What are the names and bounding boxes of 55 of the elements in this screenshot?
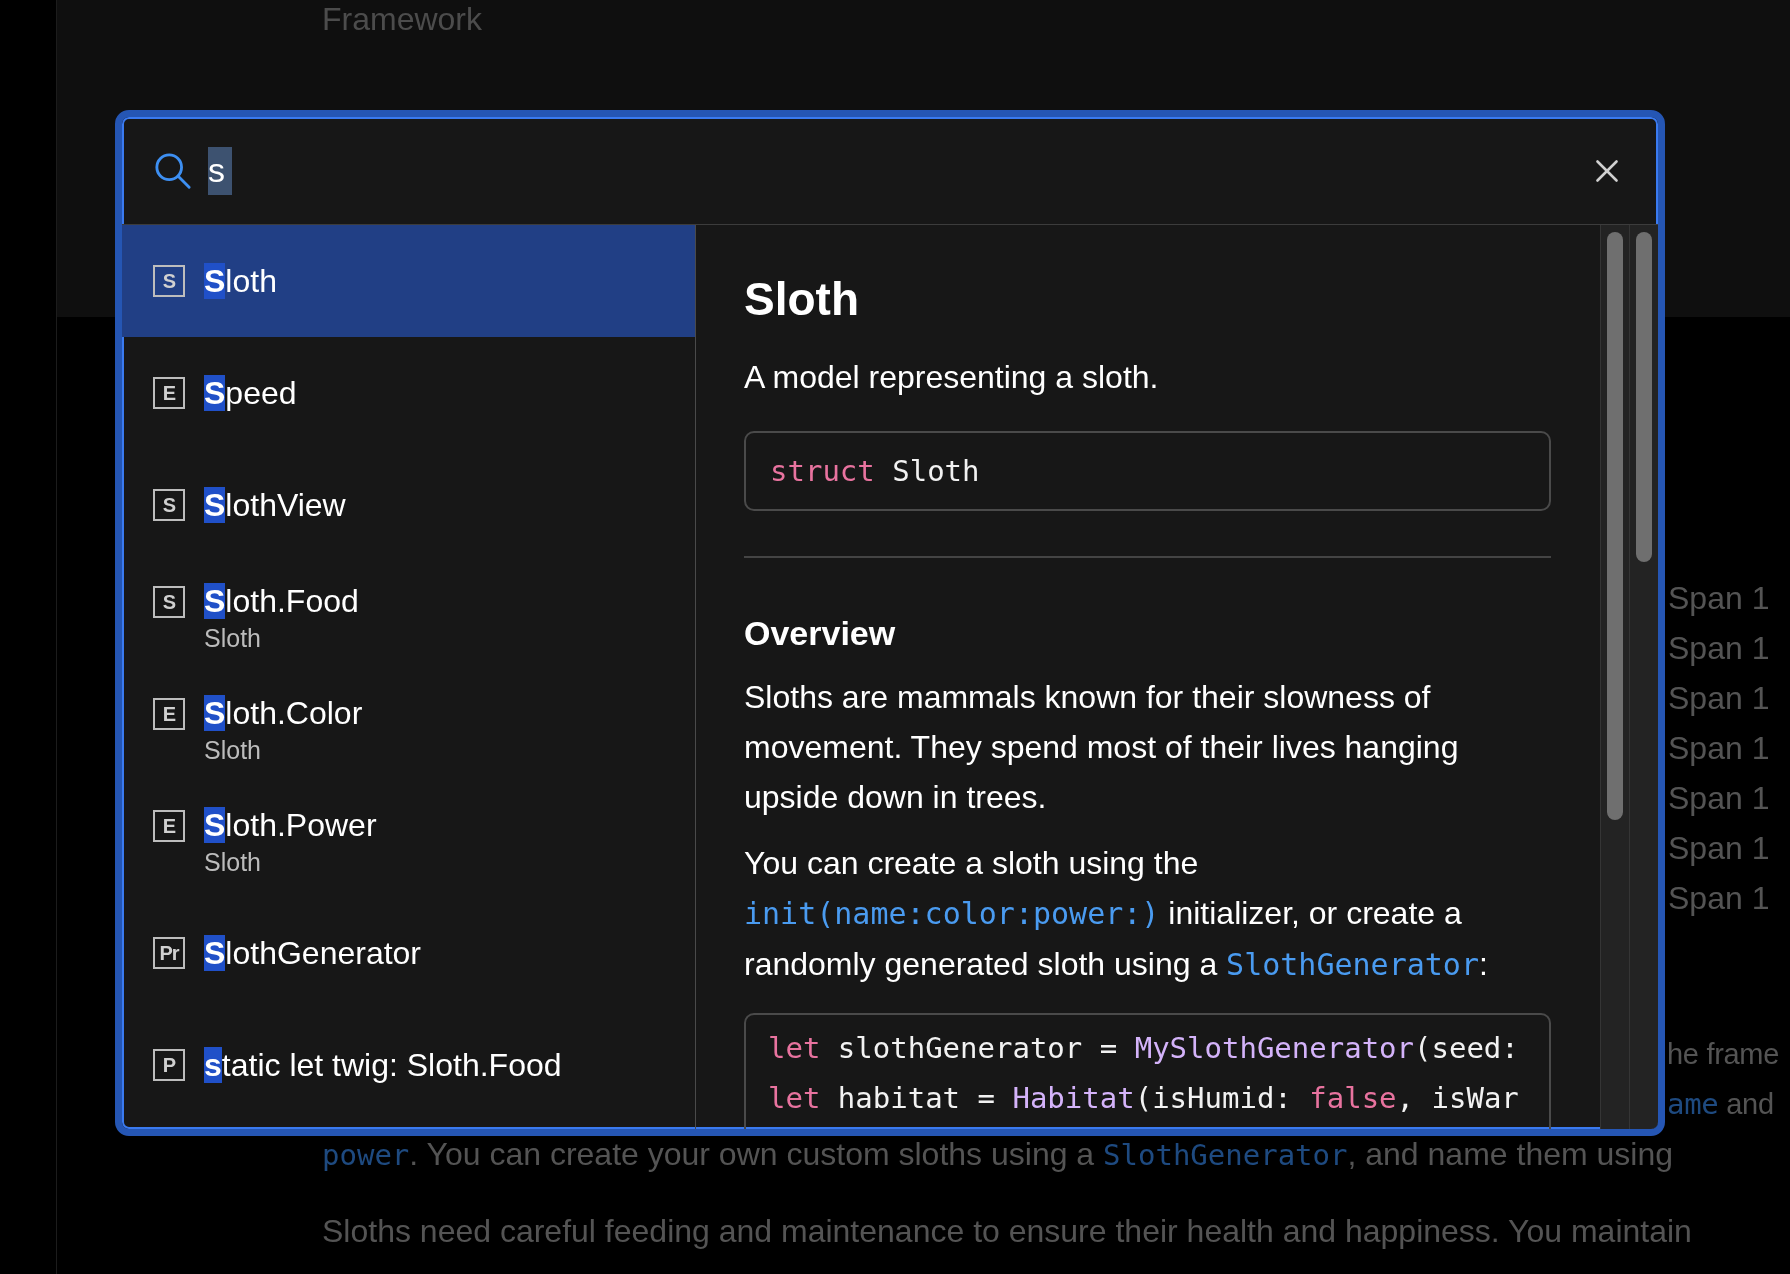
result-title: Sloth.Color bbox=[204, 694, 363, 733]
eyebrow-text: Framework bbox=[322, 0, 483, 38]
table-label: Span 1 bbox=[1668, 679, 1770, 718]
code-link[interactable]: SlothGenerator bbox=[1226, 947, 1479, 982]
result-item[interactable]: P static let twig: Sloth.Food bbox=[122, 1009, 695, 1121]
kind-badge: E bbox=[153, 377, 185, 409]
result-item[interactable]: S SlothView bbox=[122, 449, 695, 561]
result-item[interactable]: E Sloth.Color Sloth bbox=[122, 673, 695, 785]
search-icon bbox=[154, 151, 192, 190]
table-label: Span 1 bbox=[1668, 579, 1770, 618]
code-link[interactable]: init(name:color:power:) bbox=[744, 896, 1160, 931]
paragraph-text: You can create a sloth using the init(name:color:power:) initializer, or create a randomly generated sloth using a SlothGenerator: bbox=[744, 844, 1489, 984]
result-title: Speed bbox=[204, 374, 297, 413]
scroll-thumb[interactable] bbox=[1636, 232, 1652, 562]
result-subtitle: Sloth bbox=[204, 847, 262, 878]
paragraph-text: Sloths are mammals known for their slowness of movement. They spend most of their lives hanging upside down in trees. bbox=[744, 678, 1460, 817]
table-label: Span 1 bbox=[1668, 779, 1770, 818]
kind-badge: E bbox=[153, 810, 185, 842]
result-title: SlothGenerator bbox=[204, 934, 421, 973]
kind-badge: S bbox=[153, 489, 185, 521]
result-title: Sloth bbox=[204, 262, 277, 301]
kind-badge: S bbox=[153, 265, 185, 297]
kind-badge: Pr bbox=[153, 937, 185, 969]
result-item[interactable]: E Sloth.Power Sloth bbox=[122, 785, 695, 897]
code-line: struct Sloth bbox=[770, 453, 980, 490]
result-title: SlothView bbox=[204, 486, 346, 525]
table-label: Span 1 bbox=[1668, 829, 1770, 868]
kind-badge: E bbox=[153, 698, 185, 730]
table-label: Span 1 bbox=[1668, 629, 1770, 668]
search-field[interactable]: s bbox=[208, 146, 233, 195]
result-title: static let twig: Sloth.Food bbox=[204, 1046, 562, 1085]
scrollbar[interactable] bbox=[1600, 225, 1629, 1129]
result-subtitle: Sloth bbox=[204, 623, 262, 654]
paragraph-text: ame and bbox=[1667, 1086, 1774, 1123]
kind-badge: S bbox=[153, 586, 185, 618]
result-item[interactable]: E Speed bbox=[122, 337, 695, 449]
table-label: Span 1 bbox=[1668, 879, 1770, 918]
scrollbar[interactable] bbox=[1629, 225, 1658, 1129]
result-subtitle: Sloth bbox=[204, 735, 262, 766]
scroll-thumb[interactable] bbox=[1607, 232, 1623, 820]
result-item[interactable]: S Sloth.Food Sloth bbox=[122, 561, 695, 673]
table-label: Span 1 bbox=[1668, 729, 1770, 768]
result-item[interactable]: S Sloth bbox=[122, 225, 695, 337]
paragraph-text: Sloths need careful feeding and maintenance to ensure their health and happiness. You maintain bbox=[322, 1212, 1692, 1251]
close-icon bbox=[1594, 157, 1620, 184]
result-title: Sloth.Power bbox=[204, 806, 377, 845]
paragraph-text: he frame bbox=[1667, 1037, 1780, 1072]
code-line: let slothGenerator = MySlothGenerator(seed: bbox=[768, 1030, 1520, 1067]
result-title: Sloth.Food bbox=[204, 582, 359, 621]
symbol-title: Sloth bbox=[744, 272, 860, 327]
section-heading: Overview bbox=[744, 613, 897, 654]
result-item[interactable]: Pr SlothGenerator bbox=[122, 897, 695, 1009]
abstract-text: A model representing a sloth. bbox=[744, 358, 1160, 397]
code-line: let habitat = Habitat(isHumid: false, isWar bbox=[768, 1080, 1520, 1117]
kind-badge: P bbox=[153, 1049, 185, 1081]
